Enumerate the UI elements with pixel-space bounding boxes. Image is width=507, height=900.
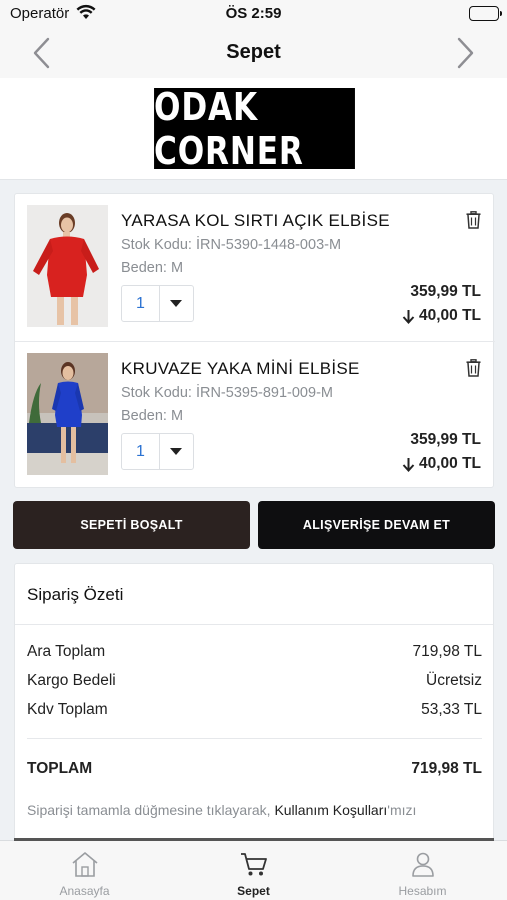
summary-label: Kdv Toplam [27, 701, 108, 718]
cart-icon [239, 850, 269, 878]
summary-label: Ara Toplam [27, 643, 106, 660]
tab-home[interactable]: Anasayfa [0, 841, 169, 900]
tab-label: Anasayfa [59, 884, 110, 898]
product-sku: Stok Kodu: İRN-5390-1448-003-M [121, 237, 342, 253]
cart-item: YARASA KOL SIRTI AÇIK ELBİSE Stok Kodu: … [15, 194, 495, 341]
arrow-down-icon [402, 457, 415, 472]
cart-item: KRUVAZE YAKA MİNİ ELBİSE Stok Kodu: İRN-… [15, 341, 495, 488]
quantity-value: 1 [122, 434, 160, 469]
product-name[interactable]: KRUVAZE YAKA MİNİ ELBİSE [121, 359, 360, 379]
navigation-bar: Sepet [0, 28, 507, 78]
summary-title: Sipariş Özeti [27, 585, 124, 604]
tab-label: Sepet [237, 884, 270, 898]
empty-cart-button[interactable]: SEPETİ BOŞALT [13, 501, 250, 549]
tab-account[interactable]: Hesabım [338, 841, 507, 900]
tab-label: Hesabım [398, 884, 447, 898]
home-icon [70, 850, 100, 878]
summary-label: Kargo Bedeli [27, 672, 116, 689]
quantity-dropdown[interactable]: 1 [121, 285, 194, 322]
forward-chevron-icon[interactable] [453, 36, 477, 70]
tab-bar: Anasayfa Sepet Hesabım [0, 838, 507, 900]
product-sku: Stok Kodu: İRN-5395-891-009-M [121, 385, 333, 401]
caret-down-icon [170, 300, 182, 307]
product-discount: 40,00 TL [402, 307, 481, 325]
arrow-down-icon [402, 309, 415, 324]
summary-value: Ücretsiz [426, 672, 482, 689]
summary-row-total: TOPLAM 719,98 TL [27, 760, 482, 778]
user-icon [408, 850, 438, 878]
summary-row-subtotal: Ara Toplam 719,98 TL [27, 643, 482, 661]
order-summary: Sipariş Özeti Ara Toplam 719,98 TL Kargo… [14, 563, 494, 853]
trash-icon[interactable] [466, 359, 481, 377]
divider [15, 624, 493, 625]
logo-area: ODAK CORNER [0, 78, 507, 180]
summary-row-shipping: Kargo Bedeli Ücretsiz [27, 672, 482, 690]
divider [27, 738, 482, 739]
product-image[interactable] [27, 205, 108, 327]
terms-link[interactable]: Kullanım Koşulları [274, 802, 387, 818]
brand-logo: ODAK CORNER [154, 85, 355, 173]
caret-down-icon [170, 448, 182, 455]
continue-shopping-button[interactable]: ALIŞVERİŞE DEVAM ET [258, 501, 495, 549]
summary-value: 53,33 TL [421, 701, 482, 718]
terms-prefix: Siparişi tamamla düğmesine tıklayarak, [27, 802, 275, 818]
terms-suffix: 'mızı [387, 802, 417, 818]
summary-row-tax: Kdv Toplam 53,33 TL [27, 701, 482, 719]
product-size: Beden: M [121, 408, 184, 424]
tab-cart[interactable]: Sepet [169, 841, 338, 900]
trash-icon[interactable] [466, 211, 481, 229]
terms-text: Siparişi tamamla düğmesine tıklayarak, K… [27, 802, 416, 818]
battery-icon [469, 6, 502, 21]
total-value: 719,98 TL [411, 760, 482, 777]
product-discount: 40,00 TL [402, 455, 481, 473]
product-size: Beden: M [121, 260, 184, 276]
product-image[interactable] [27, 353, 108, 475]
discount-value: 40,00 TL [418, 307, 481, 324]
discount-value: 40,00 TL [418, 455, 481, 472]
summary-value: 719,98 TL [412, 643, 482, 660]
product-name[interactable]: YARASA KOL SIRTI AÇIK ELBİSE [121, 211, 390, 231]
total-label: TOPLAM [27, 760, 93, 777]
product-price: 359,99 TL [410, 283, 481, 300]
clock: ÖS 2:59 [225, 5, 282, 22]
quantity-dropdown[interactable]: 1 [121, 433, 194, 470]
quantity-value: 1 [122, 286, 160, 321]
status-bar: Operatör ÖS 2:59 [0, 0, 507, 28]
cart-list: YARASA KOL SIRTI AÇIK ELBİSE Stok Kodu: … [14, 193, 495, 488]
product-price: 359,99 TL [410, 431, 481, 448]
page-title: Sepet [226, 41, 281, 63]
